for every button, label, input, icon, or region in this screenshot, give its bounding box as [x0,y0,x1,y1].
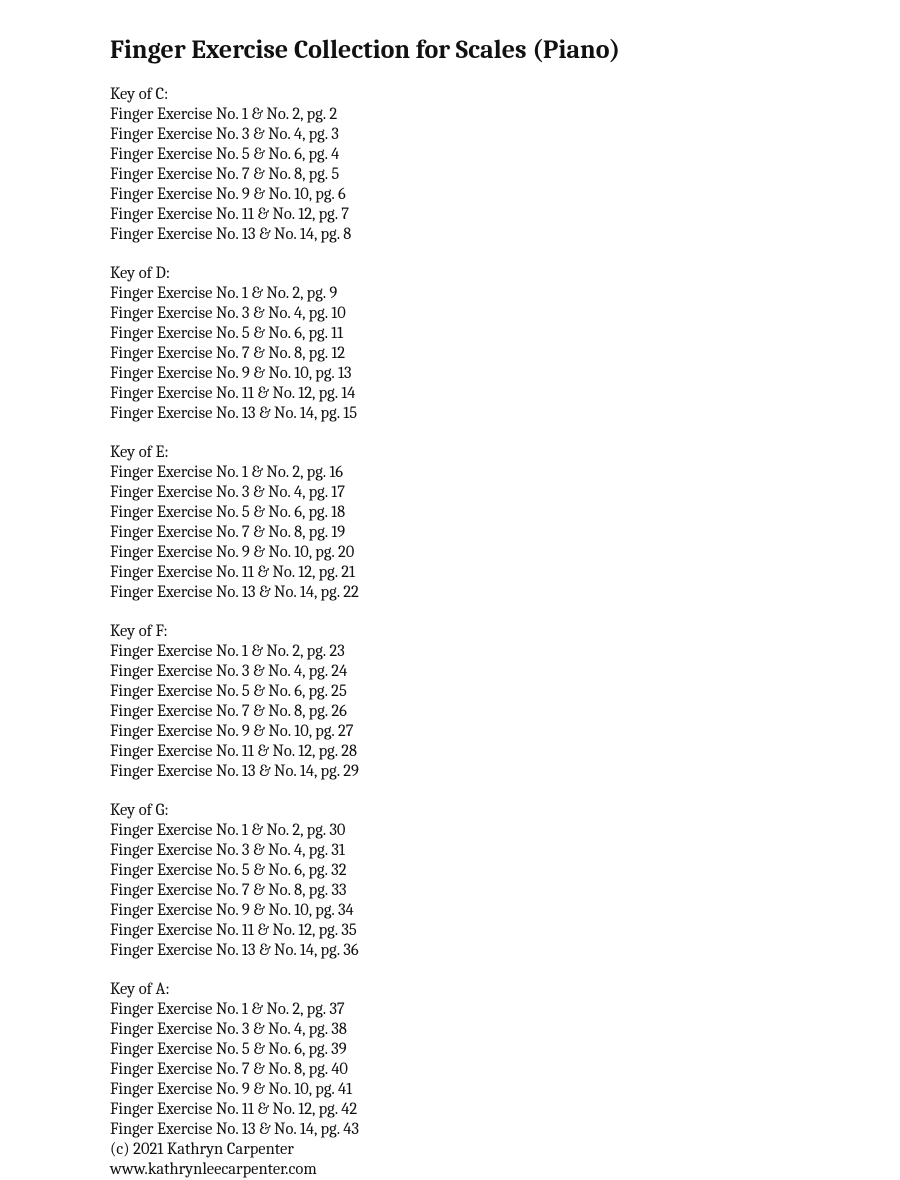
toc-entry: Finger Exercise No. 3 & No. 4, pg. 3 [110,125,900,145]
toc-entry: Finger Exercise No. 11 & No. 12, pg. 7 [110,205,900,225]
toc-entry: Finger Exercise No. 13 & No. 14, pg. 36 [110,941,900,961]
toc-entry: Finger Exercise No. 5 & No. 6, pg. 4 [110,145,900,165]
toc-entry: Finger Exercise No. 9 & No. 10, pg. 34 [110,901,900,921]
toc-section-heading: Key of C: [110,85,900,105]
toc-entry: Finger Exercise No. 9 & No. 10, pg. 20 [110,543,900,563]
toc-entry: Finger Exercise No. 7 & No. 8, pg. 33 [110,881,900,901]
toc-entry: Finger Exercise No. 5 & No. 6, pg. 32 [110,861,900,881]
toc-entry: Finger Exercise No. 7 & No. 8, pg. 26 [110,702,900,722]
toc-entry: Finger Exercise No. 7 & No. 8, pg. 5 [110,165,900,185]
toc-entry: Finger Exercise No. 9 & No. 10, pg. 13 [110,364,900,384]
toc-entry: Finger Exercise No. 3 & No. 4, pg. 24 [110,662,900,682]
toc-entry: Finger Exercise No. 13 & No. 14, pg. 22 [110,583,900,603]
toc-entry: Finger Exercise No. 13 & No. 14, pg. 8 [110,225,900,245]
toc-entry: Finger Exercise No. 9 & No. 10, pg. 41 [110,1080,900,1100]
toc-entry: Finger Exercise No. 11 & No. 12, pg. 42 [110,1100,900,1120]
toc-entry: Finger Exercise No. 5 & No. 6, pg. 18 [110,503,900,523]
toc-section: Key of F:Finger Exercise No. 1 & No. 2, … [110,622,900,782]
website-line: www.kathrynleecarpenter.com [110,1160,900,1180]
toc-entry: Finger Exercise No. 1 & No. 2, pg. 30 [110,821,900,841]
toc-entry: Finger Exercise No. 11 & No. 12, pg. 35 [110,921,900,941]
toc-entry: Finger Exercise No. 3 & No. 4, pg. 10 [110,304,900,324]
toc-section-heading: Key of E: [110,443,900,463]
toc-entry: Finger Exercise No. 1 & No. 2, pg. 2 [110,105,900,125]
toc-entry: Finger Exercise No. 1 & No. 2, pg. 9 [110,284,900,304]
toc-entry: Finger Exercise No. 3 & No. 4, pg. 31 [110,841,900,861]
toc-section-heading: Key of G: [110,801,900,821]
copyright-line: (c) 2021 Kathryn Carpenter [110,1140,900,1160]
toc-entry: Finger Exercise No. 13 & No. 14, pg. 29 [110,762,900,782]
toc-container: Key of C:Finger Exercise No. 1 & No. 2, … [110,85,900,1140]
toc-section: Key of E:Finger Exercise No. 1 & No. 2, … [110,443,900,603]
toc-entry: Finger Exercise No. 7 & No. 8, pg. 40 [110,1060,900,1080]
toc-entry: Finger Exercise No. 11 & No. 12, pg. 14 [110,384,900,404]
toc-section: Key of D:Finger Exercise No. 1 & No. 2, … [110,264,900,424]
toc-entry: Finger Exercise No. 11 & No. 12, pg. 21 [110,563,900,583]
toc-entry: Finger Exercise No. 1 & No. 2, pg. 23 [110,642,900,662]
toc-entry: Finger Exercise No. 3 & No. 4, pg. 38 [110,1020,900,1040]
page-title: Finger Exercise Collection for Scales (P… [110,35,900,65]
toc-entry: Finger Exercise No. 9 & No. 10, pg. 27 [110,722,900,742]
toc-section: Key of C:Finger Exercise No. 1 & No. 2, … [110,85,900,245]
toc-section-heading: Key of F: [110,622,900,642]
toc-entry: Finger Exercise No. 7 & No. 8, pg. 19 [110,523,900,543]
toc-section-heading: Key of A: [110,980,900,1000]
toc-entry: Finger Exercise No. 5 & No. 6, pg. 39 [110,1040,900,1060]
toc-section-heading: Key of D: [110,264,900,284]
toc-entry: Finger Exercise No. 13 & No. 14, pg. 15 [110,404,900,424]
toc-entry: Finger Exercise No. 5 & No. 6, pg. 25 [110,682,900,702]
toc-entry: Finger Exercise No. 3 & No. 4, pg. 17 [110,483,900,503]
toc-entry: Finger Exercise No. 9 & No. 10, pg. 6 [110,185,900,205]
toc-entry: Finger Exercise No. 13 & No. 14, pg. 43 [110,1120,900,1140]
toc-entry: Finger Exercise No. 11 & No. 12, pg. 28 [110,742,900,762]
toc-section: Key of G:Finger Exercise No. 1 & No. 2, … [110,801,900,961]
toc-entry: Finger Exercise No. 5 & No. 6, pg. 11 [110,324,900,344]
toc-section: Key of A:Finger Exercise No. 1 & No. 2, … [110,980,900,1140]
document-page: Finger Exercise Collection for Scales (P… [0,0,900,1180]
toc-entry: Finger Exercise No. 7 & No. 8, pg. 12 [110,344,900,364]
toc-entry: Finger Exercise No. 1 & No. 2, pg. 37 [110,1000,900,1020]
toc-entry: Finger Exercise No. 1 & No. 2, pg. 16 [110,463,900,483]
